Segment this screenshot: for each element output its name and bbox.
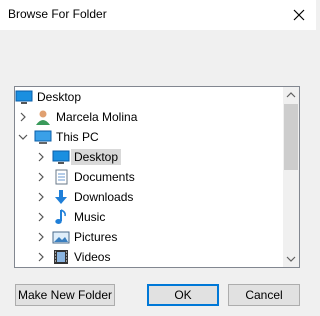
pictures-icon bbox=[52, 231, 70, 244]
pc-icon bbox=[34, 130, 52, 144]
chevron-right-icon[interactable] bbox=[36, 172, 46, 182]
folder-tree[interactable]: Desktop Marcela Molina This PC Desktop D… bbox=[14, 86, 300, 268]
chevron-right-icon[interactable] bbox=[36, 252, 46, 262]
documents-icon bbox=[55, 169, 68, 185]
chevron-right-icon[interactable] bbox=[36, 152, 46, 162]
scroll-up-button[interactable] bbox=[283, 87, 299, 103]
window-title: Browse For Folder bbox=[8, 7, 107, 21]
desktop-icon bbox=[15, 90, 33, 104]
tree-item-label: Desktop bbox=[71, 149, 122, 165]
desktop-icon bbox=[52, 150, 70, 164]
tree-item-desktop[interactable]: Desktop bbox=[15, 147, 285, 167]
user-icon bbox=[36, 110, 50, 125]
tree-item-user[interactable]: Marcela Molina bbox=[15, 107, 285, 127]
tree-item-label: This PC bbox=[56, 130, 99, 144]
tree-item-label: Documents bbox=[74, 170, 135, 184]
tree-item-pictures[interactable]: Pictures bbox=[15, 227, 285, 247]
tree-item-music[interactable]: Music bbox=[15, 207, 285, 227]
title-bar: Browse For Folder bbox=[0, 0, 316, 30]
chevron-right-icon[interactable] bbox=[36, 212, 46, 222]
make-new-folder-button[interactable]: Make New Folder bbox=[15, 284, 115, 306]
tree-item-label: Desktop bbox=[37, 90, 82, 104]
music-icon bbox=[55, 209, 66, 224]
tree-item-videos[interactable]: Videos bbox=[15, 247, 285, 267]
chevron-down-icon[interactable] bbox=[18, 132, 28, 142]
tree-item-label: Pictures bbox=[74, 230, 118, 244]
vertical-scrollbar[interactable] bbox=[283, 87, 299, 267]
scroll-down-button[interactable] bbox=[283, 251, 299, 267]
tree-item-label: Music bbox=[74, 210, 106, 224]
tree-item-label: Videos bbox=[74, 250, 111, 264]
tree-item-label: Marcela Molina bbox=[56, 110, 138, 124]
cancel-button[interactable]: Cancel bbox=[228, 284, 300, 306]
chevron-right-icon[interactable] bbox=[36, 192, 46, 202]
close-icon bbox=[293, 9, 305, 21]
chevron-right-icon[interactable] bbox=[36, 232, 46, 242]
chevron-down-icon bbox=[286, 256, 296, 262]
tree-item-this-pc[interactable]: This PC bbox=[15, 127, 285, 147]
chevron-right-icon[interactable] bbox=[18, 112, 28, 122]
ok-button[interactable]: OK bbox=[147, 284, 219, 306]
tree-item-downloads[interactable]: Downloads bbox=[15, 187, 285, 207]
tree-item-documents[interactable]: Documents bbox=[15, 167, 285, 187]
tree-item-desktop-root[interactable]: Desktop bbox=[15, 87, 285, 107]
downloads-icon bbox=[55, 190, 67, 204]
videos-icon bbox=[54, 250, 68, 264]
chevron-up-icon bbox=[286, 92, 296, 98]
scrollbar-thumb[interactable] bbox=[284, 104, 298, 170]
close-button[interactable] bbox=[288, 4, 310, 26]
tree-item-label: Downloads bbox=[74, 190, 134, 204]
